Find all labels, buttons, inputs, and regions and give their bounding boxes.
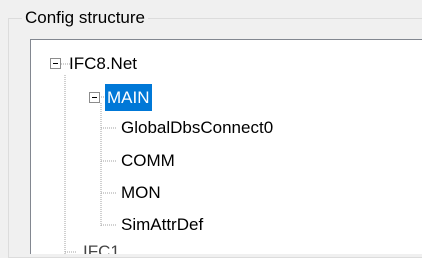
tree-node-main[interactable]: MAIN [105,84,152,111]
config-structure-panel: Config structure IFC8.Net MAIN GlobalDbs… [0,0,422,258]
tree-node-root[interactable]: IFC8.Net [67,50,139,77]
config-tree-view[interactable]: IFC8.Net MAIN GlobalDbsConnect0 COMM MON… [30,39,422,254]
tree-node-child[interactable]: SimAttrDef [119,211,205,238]
tree-node-child[interactable]: COMM [119,147,177,174]
tree-node-child[interactable]: MON [119,179,163,206]
tree-node-partial[interactable]: IFC1 [81,238,122,254]
tree-node-child[interactable]: GlobalDbsConnect0 [119,114,275,141]
groupbox-title: Config structure [22,7,148,29]
collapse-minus-icon[interactable] [50,58,61,69]
collapse-minus-icon[interactable] [89,92,100,103]
